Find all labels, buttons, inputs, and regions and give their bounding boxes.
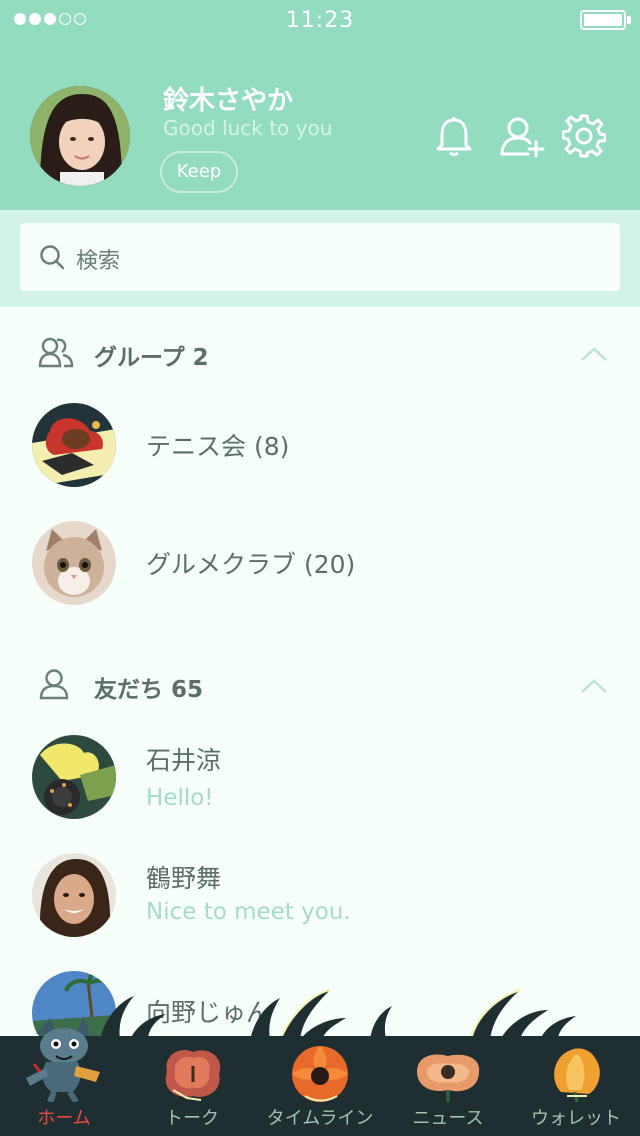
wallet-flower-icon: [554, 1048, 600, 1103]
group-icon: [38, 337, 74, 368]
profile-name: 鈴木さやか: [163, 86, 294, 116]
group-row-gourmet[interactable]: グルメクラブ (20): [0, 521, 640, 639]
add-friend-icon[interactable]: [498, 114, 545, 158]
tab-wallet[interactable]: ウォレット: [512, 1036, 640, 1136]
tab-label: ウォレット: [531, 1108, 621, 1129]
search-area: 検索: [0, 210, 640, 307]
friend-status-message: Hello!: [146, 785, 214, 811]
profile-avatar[interactable]: [30, 86, 130, 186]
friend-name: 鶴野舞: [146, 864, 222, 893]
tab-talk[interactable]: トーク: [128, 1036, 256, 1136]
groups-title: グループ 2: [94, 345, 209, 371]
settings-gear-icon[interactable]: [561, 114, 607, 158]
status-bar: 11:23: [0, 0, 640, 40]
keep-button[interactable]: Keep: [160, 151, 238, 193]
tab-home[interactable]: ホーム: [0, 1016, 128, 1136]
home-character-icon: [26, 1016, 100, 1102]
groups-section-header[interactable]: グループ 2: [0, 322, 640, 382]
group-avatar: [32, 521, 116, 605]
friends-section-header[interactable]: 友だち 65: [0, 654, 640, 714]
search-placeholder: 検索: [76, 249, 121, 274]
group-name: グルメクラブ (20): [146, 550, 356, 579]
group-name: テニス会 (8): [146, 432, 290, 461]
friend-status-message: Nice to meet you.: [146, 899, 351, 925]
status-time: 11:23: [285, 8, 355, 33]
group-avatar: [32, 403, 116, 487]
search-icon: [40, 245, 65, 270]
bell-icon[interactable]: [432, 114, 476, 158]
friend-avatar: [32, 853, 116, 937]
tab-label: ホーム: [37, 1108, 91, 1129]
friend-avatar: [32, 735, 116, 819]
friend-row[interactable]: 石井涼 Hello!: [0, 735, 640, 853]
tab-label: タイムライン: [266, 1108, 374, 1129]
friend-row[interactable]: 鶴野舞 Nice to meet you.: [0, 853, 640, 971]
collapse-chevron-icon[interactable]: [580, 678, 608, 694]
search-input[interactable]: 検索: [20, 223, 620, 291]
tab-label: トーク: [165, 1108, 219, 1129]
profile-header: 鈴木さやか Good luck to you Keep: [0, 40, 640, 210]
friend-name: 石井涼: [146, 746, 222, 775]
battery-icon: [580, 10, 626, 30]
group-row-tennis[interactable]: テニス会 (8): [0, 403, 640, 521]
tab-bar: ホーム トーク タイムライン ニュース ウォレット: [0, 1016, 640, 1136]
friend-icon: [39, 669, 69, 700]
tab-timeline[interactable]: タイムライン: [256, 1036, 384, 1136]
timeline-flower-icon: [292, 1046, 348, 1102]
friends-title: 友だち 65: [94, 677, 204, 703]
news-flower-icon: [417, 1054, 480, 1102]
talk-flower-icon: [165, 1050, 221, 1101]
profile-status-message[interactable]: Good luck to you: [163, 116, 332, 140]
tab-label: ニュース: [412, 1108, 484, 1129]
tab-news[interactable]: ニュース: [384, 1036, 512, 1136]
collapse-chevron-icon[interactable]: [580, 346, 608, 362]
